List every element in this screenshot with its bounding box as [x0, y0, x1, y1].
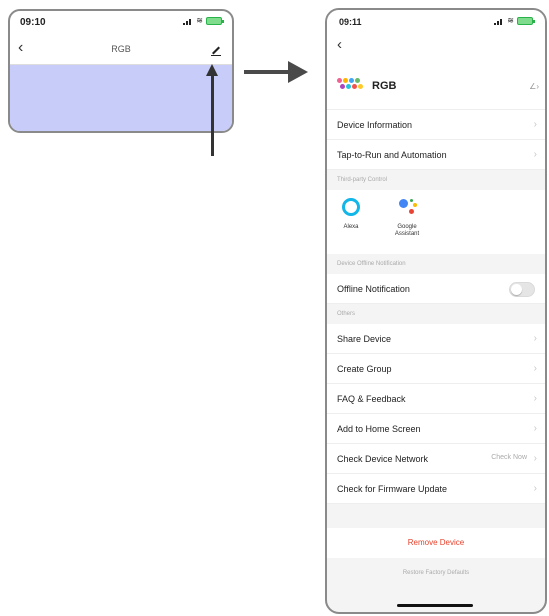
section-header-others: Others — [327, 304, 545, 324]
chevron-right-icon: › — [533, 453, 537, 464]
wifi-icon: ≋ — [196, 16, 203, 25]
chevron-right-icon: › — [533, 483, 537, 494]
chevron-right-icon: › — [533, 423, 537, 434]
status-icons: ≋ — [494, 16, 535, 25]
chevron-right-icon: › — [533, 119, 537, 130]
menu-row-device-information[interactable]: Device Information › — [327, 110, 545, 140]
wifi-icon: ≋ — [507, 16, 514, 25]
menu-row-faq-feedback[interactable]: FAQ & Feedback › — [327, 384, 545, 414]
page-title: RGB — [111, 44, 131, 54]
arrow-right-icon — [244, 61, 308, 83]
status-icons: ≋ — [183, 16, 224, 25]
menu-row-firmware-update[interactable]: Check for Firmware Update › — [327, 474, 545, 504]
home-indicator — [397, 604, 473, 607]
pencil-icon[interactable]: ∠› — [529, 82, 539, 91]
third-party-services: Alexa Google Assistant — [327, 190, 545, 254]
chevron-right-icon: › — [533, 363, 537, 374]
offline-notification-toggle[interactable] — [509, 282, 535, 297]
check-now-value: Check Now — [491, 454, 527, 461]
service-name: Alexa — [343, 224, 359, 230]
section-header-third-party: Third-party Control — [327, 170, 545, 190]
status-bar: 09:11 ≋ — [327, 10, 545, 32]
chevron-left-icon[interactable]: ‹ — [337, 36, 342, 53]
menu-row-label: Share Device — [337, 333, 392, 344]
menu-row-label: Offline Notification — [337, 283, 410, 294]
status-bar: 09:10 ≋ — [10, 11, 232, 35]
chevron-right-icon: › — [533, 393, 537, 404]
menu-row-share-device[interactable]: Share Device › — [327, 324, 545, 354]
menu-row-offline-notification: Offline Notification — [327, 274, 545, 304]
google-assistant-icon — [396, 196, 418, 218]
chevron-right-icon: › — [533, 333, 537, 344]
menu-row-check-device-network[interactable]: Check Device Network Check Now › — [327, 444, 545, 474]
rgb-dots-icon — [337, 78, 363, 92]
restore-factory-defaults-button[interactable]: Restore Factory Defaults — [327, 558, 545, 588]
section-header-offline: Device Offline Notification — [327, 254, 545, 274]
service-google-assistant[interactable]: Google Assistant — [389, 196, 425, 238]
battery-icon — [517, 17, 535, 25]
arrow-up-icon — [206, 64, 218, 156]
menu-row-tap-to-run[interactable]: Tap-to-Run and Automation › — [327, 140, 545, 170]
nav-bar: ‹ RGB — [10, 35, 232, 65]
phone-screenshot-before: 09:10 ≋ ‹ RGB — [8, 9, 234, 133]
service-alexa[interactable]: Alexa — [333, 196, 369, 231]
battery-icon — [206, 17, 224, 25]
signal-icon — [183, 18, 193, 25]
device-header: RGB ∠› — [327, 60, 545, 110]
device-control-area — [10, 65, 232, 131]
menu-row-label: Check for Firmware Update — [337, 483, 448, 494]
remove-device-button[interactable]: Remove Device — [327, 528, 545, 558]
signal-icon — [494, 18, 504, 25]
section-spacer — [327, 504, 545, 528]
menu-row-label: Add to Home Screen — [337, 423, 421, 434]
pencil-icon[interactable] — [210, 43, 222, 61]
service-name: Google Assistant — [394, 224, 420, 237]
alexa-icon — [340, 196, 362, 218]
menu-row-create-group[interactable]: Create Group › — [327, 354, 545, 384]
status-time: 09:10 — [20, 17, 46, 28]
menu-row-add-to-home-screen[interactable]: Add to Home Screen › — [327, 414, 545, 444]
phone-screenshot-after: 09:11 ≋ ‹ RGB ∠› Device Information › Ta… — [325, 8, 547, 614]
device-name: RGB — [372, 80, 397, 92]
menu-row-label: Tap-to-Run and Automation — [337, 149, 447, 160]
status-time: 09:11 — [339, 17, 362, 27]
chevron-right-icon: › — [533, 149, 537, 160]
menu-row-label: Device Information — [337, 119, 413, 130]
menu-row-label: Create Group — [337, 363, 392, 374]
menu-row-label: Check Device Network — [337, 453, 429, 464]
nav-bar: ‹ — [327, 32, 545, 60]
menu-row-label: FAQ & Feedback — [337, 393, 406, 404]
